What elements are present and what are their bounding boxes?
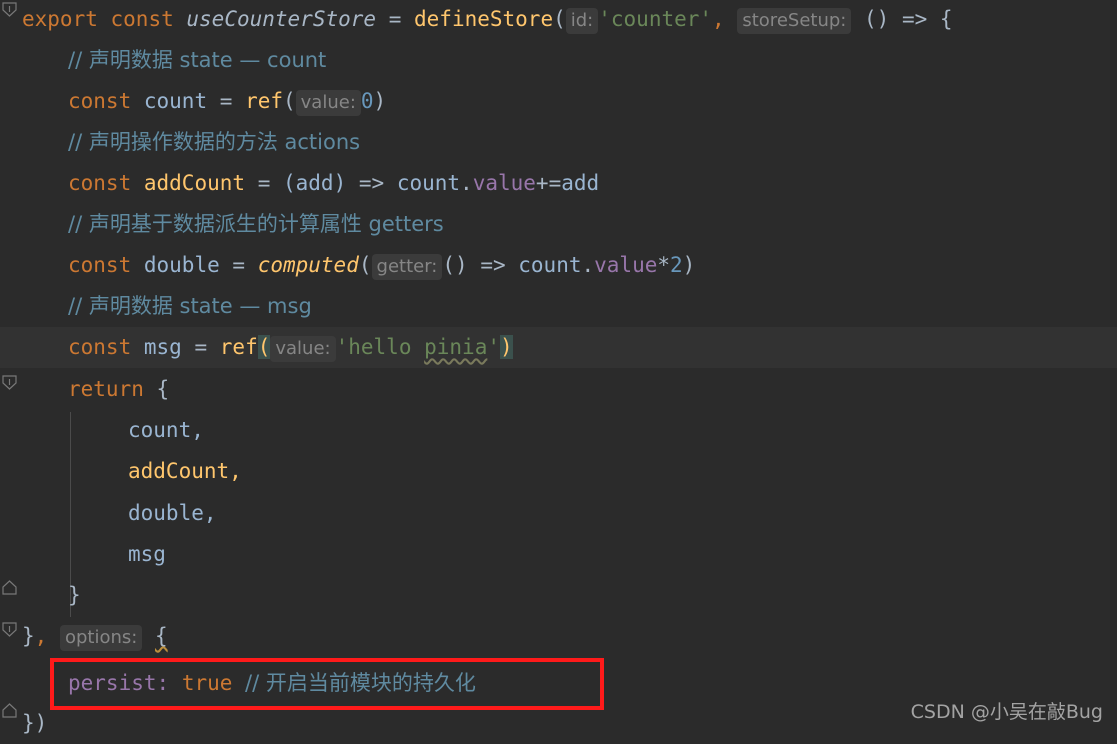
code-line-12[interactable]: addCount, <box>0 451 1117 492</box>
token-open-paren: ( <box>283 89 296 113</box>
token-dot: . <box>460 171 473 195</box>
inlay-hint-store-setup[interactable]: storeSetup: <box>737 8 852 34</box>
inlay-hint-value[interactable]: value: <box>295 90 361 116</box>
token-equals: = <box>194 335 208 359</box>
token-id-value: 'counter' <box>598 7 713 31</box>
token-comment-persist: // 开启当前模块的持久化 <box>245 671 476 695</box>
inlay-hint-value[interactable]: value: <box>270 336 336 362</box>
token-comment-state-count: // 声明数据 state — count <box>68 48 327 72</box>
token-comment-getters: // 声明基于数据派生的计算属性 getters <box>68 212 444 236</box>
token-plus-equals: += <box>535 171 562 195</box>
token-return-msg: msg <box>128 542 166 566</box>
token-closing-brace-paren: }) <box>22 711 48 735</box>
token-define-store: defineStore <box>414 7 554 31</box>
token-return-double: double, <box>128 501 217 525</box>
token-string-hello: 'hello <box>335 335 425 359</box>
token-add-count-name: addCount <box>143 171 246 195</box>
token-multiply: * <box>657 253 671 277</box>
token-return-add-count: addCount, <box>128 459 242 483</box>
token-matched-open-paren: ( <box>257 335 271 359</box>
token-comma: , <box>34 624 48 648</box>
token-number-two: 2 <box>670 253 683 277</box>
inlay-hint-getter[interactable]: getter: <box>371 254 443 280</box>
code-editor[interactable]: export const useCounterStore = defineSto… <box>0 0 1117 741</box>
token-equals: = <box>388 7 402 31</box>
code-line-9-current[interactable]: const msg = ref(value:'hello pinia') <box>0 327 1117 368</box>
token-msg-name: msg <box>143 335 182 359</box>
token-arrow-params: () <box>864 7 890 31</box>
token-computed-call: computed <box>257 253 359 277</box>
token-store-name: useCounterStore <box>186 7 377 31</box>
token-open-brace: { <box>156 377 170 401</box>
code-line-13[interactable]: double, <box>0 493 1117 534</box>
token-arrow: => <box>480 253 506 277</box>
token-equals: = <box>257 171 271 195</box>
code-line-15[interactable]: } <box>0 575 1117 616</box>
token-persist-key: persist: <box>68 671 170 695</box>
code-line-11[interactable]: count, <box>0 410 1117 451</box>
token-count-name: count <box>143 89 208 113</box>
code-line-10[interactable]: return { <box>0 369 1117 410</box>
code-line-8[interactable]: // 声明数据 state — msg <box>0 286 1117 327</box>
code-line-7[interactable]: const double = computed(getter:() => cou… <box>0 245 1117 286</box>
token-keyword-const: const <box>68 253 132 277</box>
code-line-6[interactable]: // 声明基于数据派生的计算属性 getters <box>0 204 1117 245</box>
code-line-3[interactable]: const count = ref(value: 0) <box>0 81 1117 122</box>
token-open-brace: { <box>939 7 953 31</box>
token-number-zero: 0 <box>360 89 374 113</box>
token-add-params: (add) <box>283 171 347 195</box>
token-equals: = <box>232 253 246 277</box>
token-open-brace-warning: { <box>155 624 168 648</box>
token-value-field: value <box>472 171 536 195</box>
token-string-pinia-spellcheck: pinia <box>424 335 488 359</box>
inlay-hint-options[interactable]: options: <box>59 625 143 651</box>
token-keyword-const: const <box>110 7 174 31</box>
token-keyword-const: const <box>68 171 132 195</box>
token-close-paren: ) <box>682 253 696 277</box>
token-double-name: double <box>143 253 220 277</box>
token-arrow: => <box>358 171 385 195</box>
token-close-brace: } <box>22 624 35 648</box>
code-line-1[interactable]: export const useCounterStore = defineSto… <box>0 0 1117 40</box>
token-add-argument: add <box>561 171 600 195</box>
token-keyword-return: return <box>68 377 144 401</box>
token-ref-call: ref <box>245 89 283 113</box>
token-matched-close-paren: ) <box>500 335 513 359</box>
token-equals: = <box>219 89 233 113</box>
token-comment-actions: // 声明操作数据的方法 actions <box>68 130 361 154</box>
token-comma: , <box>712 7 725 31</box>
token-comment-state-msg: // 声明数据 state — msg <box>68 294 312 318</box>
code-line-4[interactable]: // 声明操作数据的方法 actions <box>0 122 1117 163</box>
token-string-close-quote: ' <box>487 335 500 359</box>
token-keyword-export: export <box>22 7 98 31</box>
token-keyword-const: const <box>68 89 132 113</box>
token-open-paren: ( <box>358 253 372 277</box>
token-true-value: true <box>181 671 233 695</box>
token-dot: . <box>581 253 595 277</box>
token-value-field: value <box>594 253 658 277</box>
code-line-5[interactable]: const addCount = (add) => count.value+=a… <box>0 163 1117 204</box>
token-open-paren: ( <box>553 7 566 31</box>
code-line-2[interactable]: // 声明数据 state — count <box>0 40 1117 81</box>
token-ref-call: ref <box>219 335 258 359</box>
code-line-14[interactable]: msg <box>0 534 1117 575</box>
token-count-ref: count <box>396 171 461 195</box>
token-arrow-params: () <box>442 253 468 277</box>
inlay-hint-id[interactable]: id: <box>565 8 599 34</box>
token-close-paren: ) <box>373 89 387 113</box>
token-close-brace: } <box>68 583 81 607</box>
token-return-count: count, <box>128 418 204 442</box>
token-arrow: => <box>901 7 928 31</box>
token-count-ref: count <box>518 253 582 277</box>
code-line-16[interactable]: }, options: { <box>0 616 1117 657</box>
csdn-watermark: CSDN @小吴在敲Bug <box>910 701 1103 723</box>
token-keyword-const: const <box>68 335 132 359</box>
